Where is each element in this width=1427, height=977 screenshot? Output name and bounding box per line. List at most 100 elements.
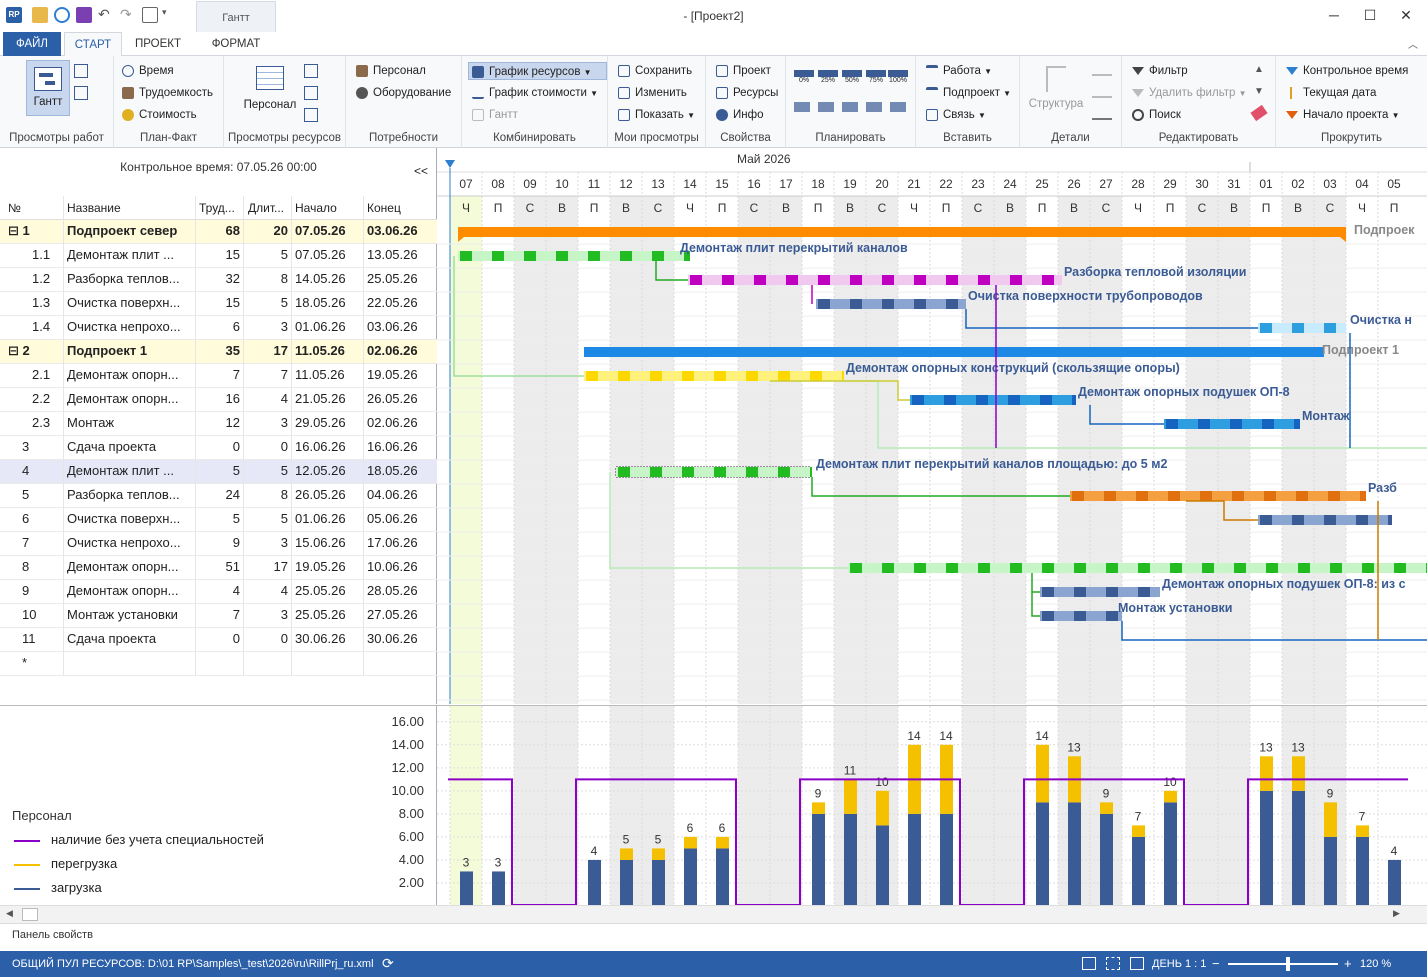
cell-work[interactable]: 4 xyxy=(196,583,240,598)
zoom-slider-thumb[interactable] xyxy=(1286,957,1290,971)
cell-dur[interactable]: 3 xyxy=(244,319,288,334)
cell-dur[interactable]: 3 xyxy=(244,535,288,550)
col-end[interactable]: Конец xyxy=(367,201,401,215)
scroll-left-icon[interactable]: ◀ xyxy=(6,908,13,919)
cell-end[interactable]: 04.06.26 xyxy=(367,487,433,502)
cell-work[interactable]: 15 xyxy=(196,247,240,262)
cell-start[interactable]: 01.06.26 xyxy=(295,319,361,334)
cell-name[interactable]: Очистка поверхн... xyxy=(67,295,193,310)
plan-row2-icons[interactable] xyxy=(794,102,908,112)
sync-icon[interactable]: ⟳ xyxy=(382,955,394,972)
cell-dur[interactable]: 5 xyxy=(244,295,288,310)
maximize-icon[interactable]: ☐ xyxy=(1352,4,1388,26)
cell-num[interactable]: ⊟ 1 xyxy=(8,223,48,239)
cell-start[interactable]: 11.05.26 xyxy=(295,343,361,358)
needs-equipment-button[interactable]: Оборудование xyxy=(356,84,451,102)
cell-num[interactable]: 2.1 xyxy=(32,367,72,382)
gantt-view-button[interactable]: Гантт xyxy=(26,60,70,116)
pct-75-button[interactable]: 75% xyxy=(866,70,886,84)
pct-100-button[interactable]: 100% xyxy=(888,70,908,84)
table-row[interactable]: 1.1 Демонтаж плит ... 15 5 07.05.26 13.05.26 xyxy=(0,244,437,268)
table-view-icon[interactable] xyxy=(74,64,88,78)
personnel-view-button[interactable]: Персонал xyxy=(240,62,300,116)
cell-name[interactable]: Демонтаж опорн... xyxy=(67,391,193,406)
col-start[interactable]: Начало xyxy=(295,201,337,215)
combine-gantt-button[interactable]: Гантт xyxy=(472,106,518,124)
zoom-slider[interactable] xyxy=(1228,957,1338,971)
cell-num[interactable]: 8 xyxy=(22,559,62,574)
cell-work[interactable]: 51 xyxy=(196,559,240,574)
cell-end[interactable]: 13.05.26 xyxy=(367,247,433,262)
insert-link-button[interactable]: Связь ▼ xyxy=(926,106,986,124)
cell-num[interactable]: 1.3 xyxy=(32,295,72,310)
scroll-project-start-button[interactable]: Начало проекта ▼ xyxy=(1286,106,1400,124)
col-duration[interactable]: Длит... xyxy=(248,201,284,215)
cell-name[interactable]: Подпроект 1 xyxy=(67,343,193,358)
cell-name[interactable]: Монтаж xyxy=(67,415,193,430)
resource-settings-icon[interactable] xyxy=(304,108,318,122)
cell-end[interactable]: 30.06.26 xyxy=(367,631,433,646)
table-row[interactable]: 2.2 Демонтаж опорн... 16 4 21.05.26 26.05.26 xyxy=(0,388,437,412)
cell-num[interactable]: 1.4 xyxy=(32,319,72,334)
close-icon[interactable]: ✕ xyxy=(1388,4,1424,26)
cell-work[interactable]: 16 xyxy=(196,391,240,406)
cell-name[interactable]: Демонтаж плит ... xyxy=(67,463,193,478)
cell-dur[interactable]: 17 xyxy=(244,343,288,358)
scroll-thumb[interactable] xyxy=(22,908,38,921)
cell-end[interactable]: 26.05.26 xyxy=(367,391,433,406)
properties-panel[interactable]: Панель свойств xyxy=(0,923,1427,951)
pct-25-button[interactable]: 25% xyxy=(818,70,838,84)
cell-start[interactable]: 11.05.26 xyxy=(295,367,361,382)
cost-chart-button[interactable]: График стоимости ▼ xyxy=(472,84,598,102)
cell-end[interactable]: 18.05.26 xyxy=(367,463,433,478)
info-button[interactable]: Инфо xyxy=(716,106,763,124)
table-row[interactable]: 4 Демонтаж плит ... 5 5 12.05.26 18.05.26 xyxy=(0,460,437,484)
time-button[interactable]: Время xyxy=(122,62,174,80)
table-row[interactable]: * xyxy=(0,652,437,676)
horizontal-scrollbar[interactable]: ◀ ▶ xyxy=(0,905,1427,923)
cell-start[interactable]: 26.05.26 xyxy=(295,487,361,502)
cell-name[interactable]: Сдача проекта xyxy=(67,439,193,454)
search-button[interactable]: Поиск xyxy=(1132,106,1181,124)
labor-button[interactable]: Трудоемкость xyxy=(122,84,213,102)
cell-name[interactable]: Демонтаж опорн... xyxy=(67,367,193,382)
table-row[interactable]: 6 Очистка поверхн... 5 5 01.06.26 05.06.26 xyxy=(0,508,437,532)
zoom-out-icon[interactable]: − xyxy=(1212,956,1220,971)
table-row[interactable]: 11 Сдача проекта 0 0 30.06.26 30.06.26 xyxy=(0,628,437,652)
properties-panel-label[interactable]: Панель свойств xyxy=(12,929,93,941)
col-work[interactable]: Труд... xyxy=(199,201,235,215)
cell-dur[interactable]: 4 xyxy=(244,583,288,598)
insert-work-button[interactable]: Работа ▼ xyxy=(926,62,992,80)
cell-num[interactable]: 2.3 xyxy=(32,415,72,430)
resources-props-button[interactable]: Ресурсы xyxy=(716,84,778,102)
cell-dur[interactable]: 5 xyxy=(244,511,288,526)
resource-histogram[interactable]: 3 3 4 5 5 6 6 9 11 10 14 14 14 13 9 7 10 13 13 9 7 4 xyxy=(437,705,1427,905)
view-mode-icon-2[interactable] xyxy=(1106,957,1120,970)
table-row[interactable]: 9 Демонтаж опорн... 4 4 25.05.26 28.05.26 xyxy=(0,580,437,604)
cell-end[interactable]: 10.06.26 xyxy=(367,559,433,574)
table-row[interactable]: 1.4 Очистка непрохо... 6 3 01.06.26 03.06.26 xyxy=(0,316,437,340)
cell-num[interactable]: ⊟ 2 xyxy=(8,343,48,359)
cell-end[interactable]: 03.06.26 xyxy=(367,319,433,334)
cell-name[interactable]: Очистка поверхн... xyxy=(67,511,193,526)
scroll-control-time-button[interactable]: Контрольное время xyxy=(1286,62,1408,80)
cell-start[interactable]: 12.05.26 xyxy=(295,463,361,478)
grid-view-icon[interactable] xyxy=(74,86,88,100)
table-row[interactable]: 10 Монтаж установки 7 3 25.05.26 27.05.26 xyxy=(0,604,437,628)
cell-start[interactable]: 07.05.26 xyxy=(295,223,361,238)
cell-name[interactable]: Подпроект север xyxy=(67,223,193,238)
cell-dur[interactable]: 4 xyxy=(244,391,288,406)
cell-num[interactable]: 7 xyxy=(22,535,62,550)
scroll-right-icon[interactable]: ▶ xyxy=(1393,908,1400,919)
cell-name[interactable]: Очистка непрохо... xyxy=(67,319,193,334)
cell-num[interactable]: 1.1 xyxy=(32,247,72,262)
cell-work[interactable]: 24 xyxy=(196,487,240,502)
cell-num[interactable]: 9 xyxy=(22,583,62,598)
insert-subproject-button[interactable]: Подпроект ▼ xyxy=(926,84,1011,102)
cell-work[interactable]: 5 xyxy=(196,511,240,526)
move-up-icon[interactable]: ▲ xyxy=(1254,64,1264,75)
scroll-today-button[interactable]: Текущая дата xyxy=(1286,84,1376,102)
cell-dur[interactable]: 0 xyxy=(244,439,288,454)
resource-grid-icon[interactable] xyxy=(304,64,318,78)
cell-dur[interactable]: 5 xyxy=(244,247,288,262)
